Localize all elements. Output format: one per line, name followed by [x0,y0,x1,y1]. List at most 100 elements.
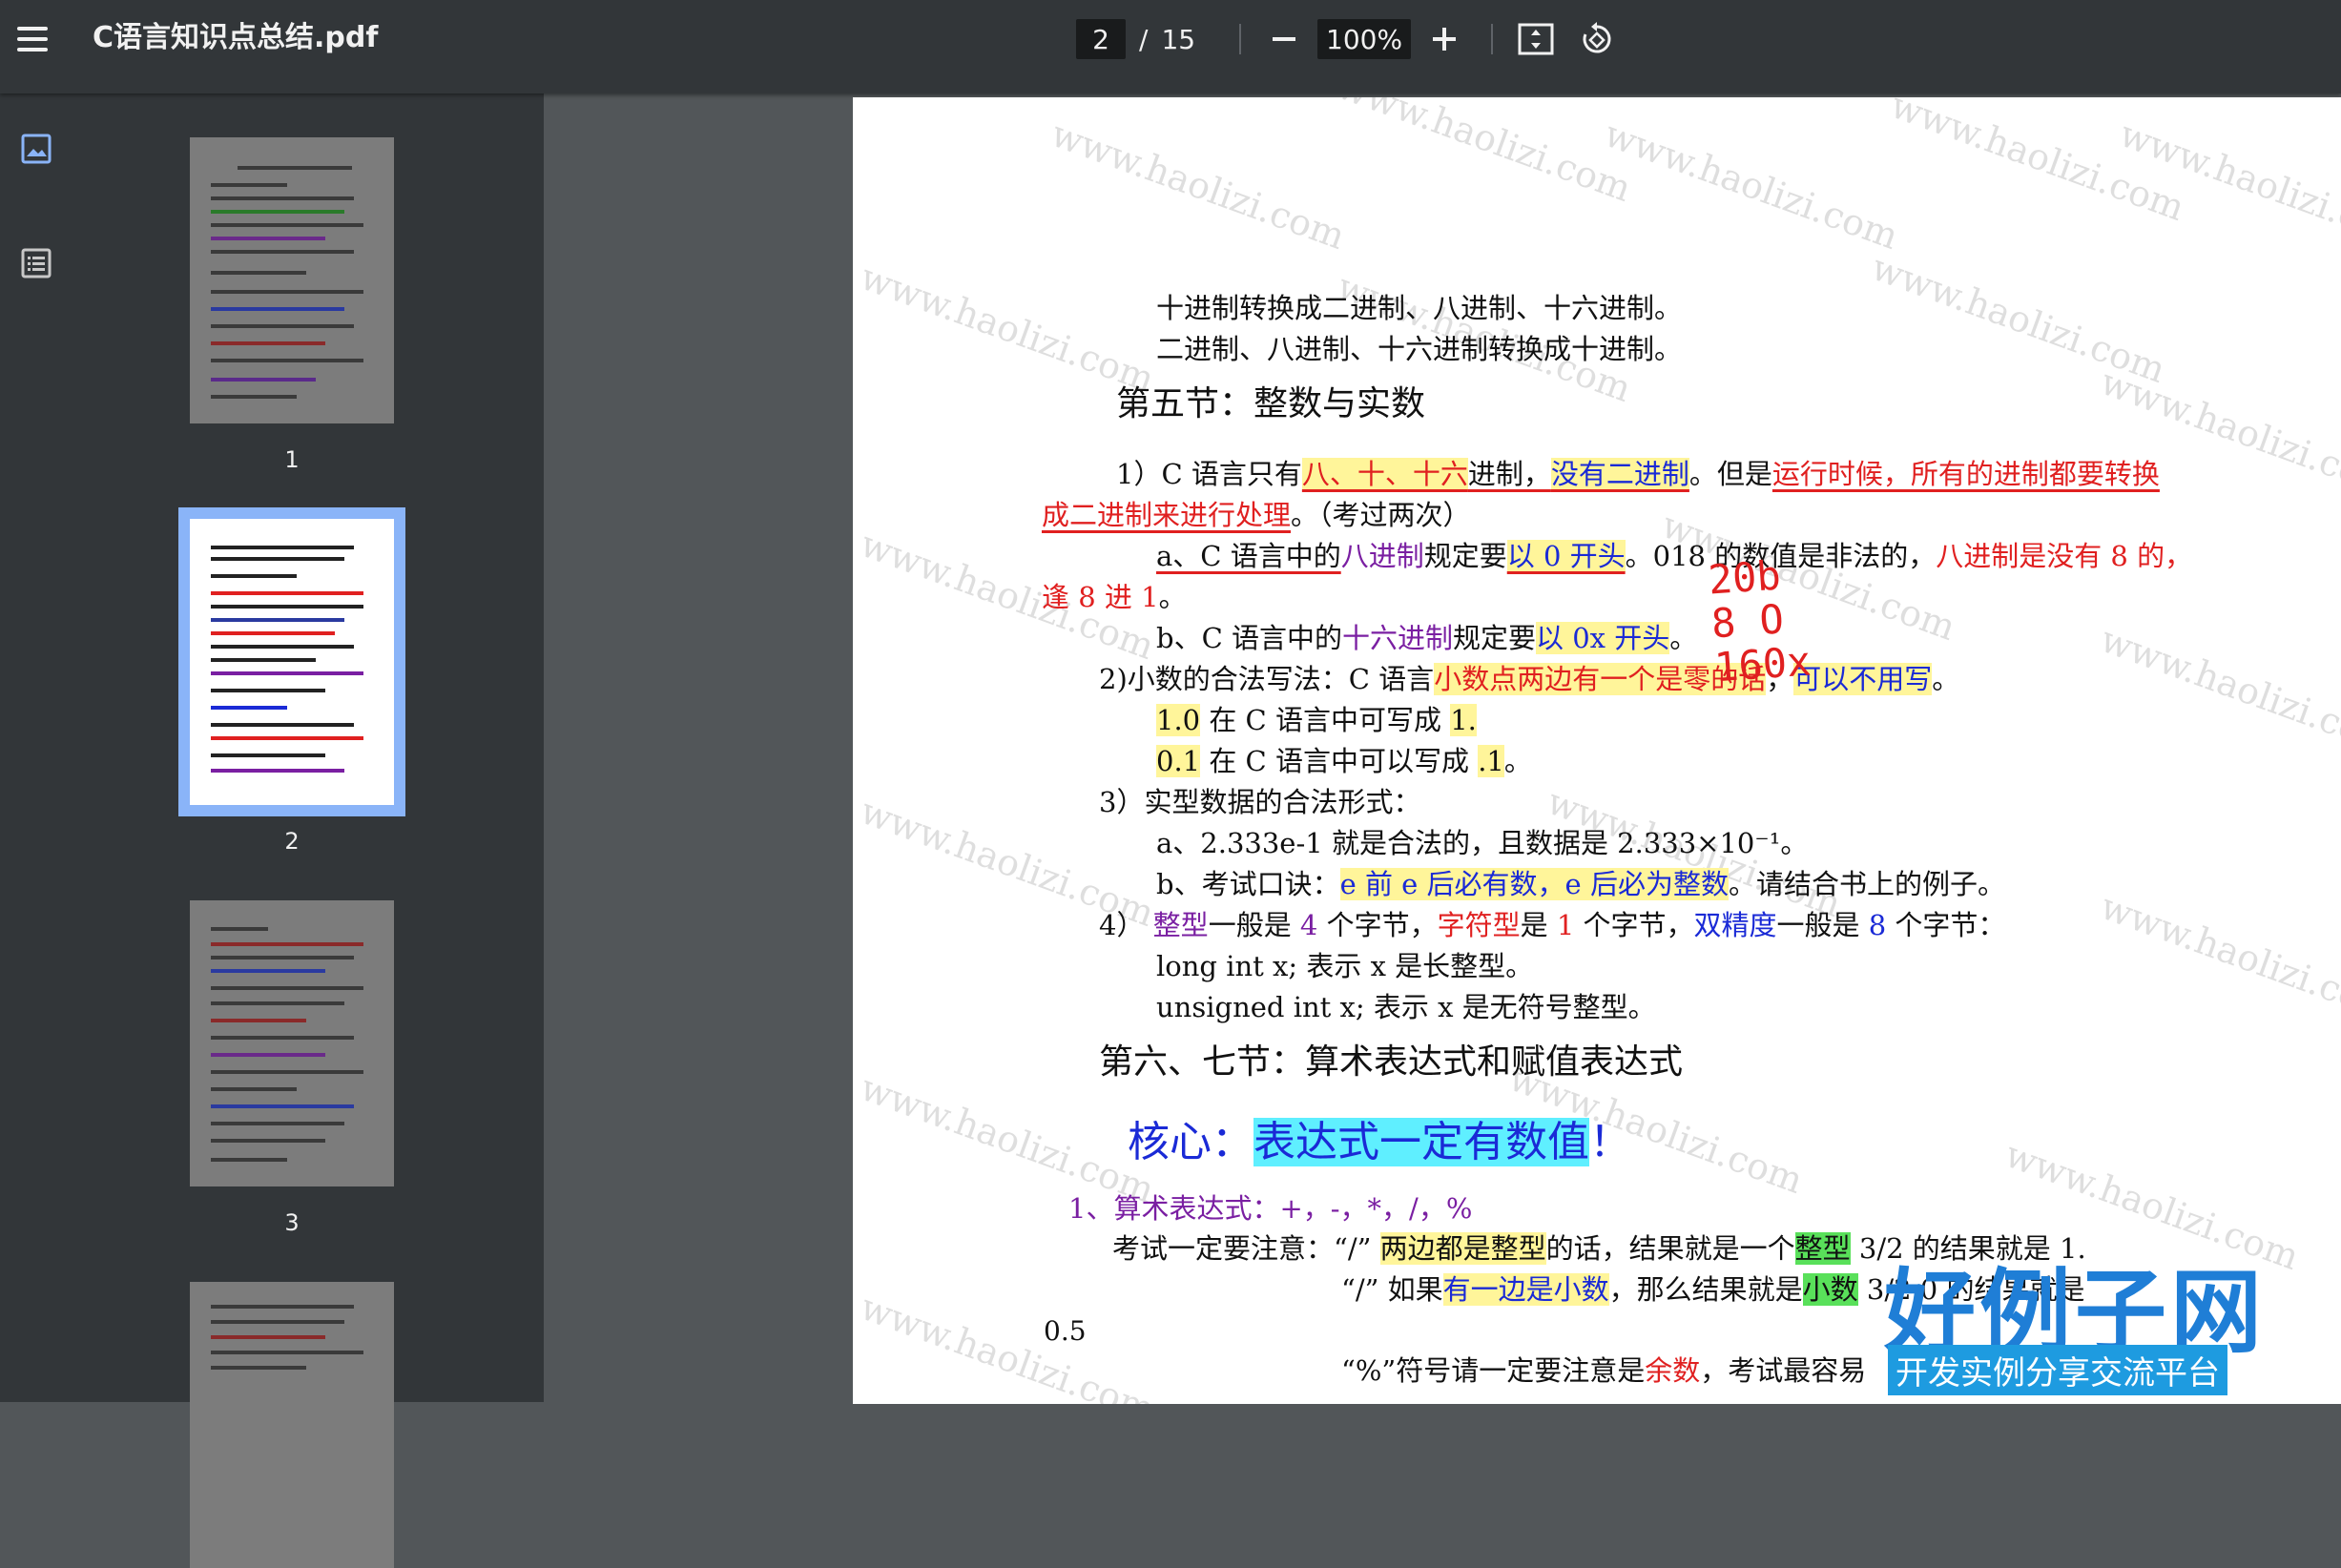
doc-text: 1.0 [1156,704,1201,736]
doc-text: 1）C 语言只有 [1116,458,1302,490]
doc-text: 表达式一定有数值 [1253,1118,1589,1166]
page-thumbnail-2[interactable]: 2 [178,507,405,855]
doc-paragraph: b、考试口诀：e 前 e 后必有数，e 后必为整数。请结合书上的例子。 [1156,864,2005,905]
doc-text: 1. [1450,704,1477,736]
doc-text: 。（考过两次） [1291,499,1471,531]
watermark: www.haolizi.com [855,1285,1160,1404]
outline-icon[interactable] [19,246,53,280]
toolbar-divider [1491,24,1494,54]
handwriting-annotation: 20b 8 O 160x [1707,551,1813,691]
doc-text: 考试一定要注意：“/” [1112,1232,1380,1265]
doc-text: 一般是 [1208,909,1300,941]
doc-text: 有一边是小数 [1442,1273,1609,1306]
doc-line: long int x; 表示 x 是长整型。 [1156,950,1534,982]
doc-text: 的话，结果就是一个 [1545,1232,1795,1265]
doc-paragraph: 0.1 在 C 语言中可以写成 .1。 [1156,741,1532,782]
doc-text: “/” 如果 [1341,1273,1443,1306]
section-heading: 第五节：整数与实数 [1116,384,1426,423]
watermark: www.haolizi.com [855,255,1160,402]
doc-text: 双精度 [1693,909,1777,941]
doc-text: 整型 [1152,909,1209,941]
watermark: www.haolizi.com [1599,112,1904,258]
doc-text: a、C 语言中的 [1156,540,1341,572]
doc-text: 个字节， [1317,909,1438,941]
doc-text: 。请结合书上的例子。 [1728,868,2005,900]
doc-text: ，考试最容易 [1700,1354,1867,1387]
doc-line: 1、算术表达式：+，-，*，/，% [1068,1192,1473,1225]
sidebar-tabs [0,93,74,1402]
doc-text: 4 [1299,909,1318,941]
doc-text: 小数 [1802,1273,1858,1306]
thumbnail-label: 2 [284,828,300,855]
zoom-level-input[interactable] [1317,19,1412,59]
doc-paragraph: 4） 整型一般是 4 个字节，字符型是 1 个字节，双精度一般是 8 个字节： [1099,905,2005,946]
zoom-out-icon[interactable] [1262,17,1306,61]
page-separator: / [1139,23,1149,55]
doc-text: 八进制 [1340,540,1424,572]
watermark: www.haolizi.com [1046,112,1351,258]
doc-text: 运行时候，所有的进制都要转换 [1771,458,2160,490]
zoom-in-icon[interactable] [1422,17,1466,61]
doc-text: .1 [1478,745,1504,777]
doc-text: 。 [1503,745,1532,777]
doc-text: 一般是 [1776,909,1869,941]
thumbnails-icon[interactable] [19,132,53,166]
doc-text: 在 C 语言中可以写成 [1200,745,1479,777]
rotate-icon[interactable] [1575,17,1619,61]
doc-text: 字符型 [1437,909,1521,941]
page-thumbnail-1[interactable]: 1 [187,137,397,473]
doc-text: ！ [1589,1118,1631,1166]
doc-text: 。 [1669,622,1698,654]
doc-text: 成二进制来进行处理 [1042,499,1292,531]
thumbnail-image [178,507,405,816]
page-thumbnail-4[interactable] [187,1282,397,1568]
page-thumbnail-3[interactable]: 3 [187,900,397,1236]
site-logo-overlay: 好例子网 开发实例分享交流平台 [1884,1238,2266,1395]
page-number-input[interactable] [1076,19,1126,59]
doc-text: 规定要 [1423,540,1507,572]
doc-text: 八进制是没有 8 的， [1936,540,2193,572]
doc-text: 4） [1099,909,1153,941]
menu-icon[interactable] [13,21,52,59]
doc-text: 十六进制 [1341,622,1453,654]
handwriting-line: 20b [1707,551,1783,604]
fit-page-icon[interactable] [1514,17,1558,61]
doc-text: 。但是 [1688,458,1772,490]
doc-text: 。 [1932,663,1960,695]
doc-text: b、考试口诀： [1156,868,1340,900]
doc-paragraph: 成二进制来进行处理。（考过两次） [1042,495,1471,536]
core-statement: 核心：表达式一定有数值！ [1128,1114,1631,1171]
thumbnail-label: 1 [284,446,300,473]
doc-text: 以 0 开头 [1506,540,1626,572]
doc-text: 核心： [1128,1118,1253,1166]
doc-text: 可以不用写 [1793,663,1933,695]
doc-text: 逢 8 进 1 [1042,581,1159,613]
doc-line: 二进制、八进制、十六进制转换成十进制。 [1156,333,1683,365]
doc-paragraph: 2)小数的合法写法：C 语言小数点两边有一个是零的话，可以不用写。 [1099,659,1959,700]
doc-line: 十进制转换成二进制、八进制、十六进制。 [1156,292,1683,324]
doc-line: a、2.333e-1 就是合法的，且数据是 2.333×10⁻¹。 [1156,827,1809,859]
doc-text: 个字节， [1574,909,1694,941]
doc-text: 八、十、十六 [1301,458,1468,490]
thumbnail-image [190,1282,394,1568]
doc-text: 整型 [1794,1232,1851,1265]
doc-text: 个字节： [1886,909,2006,941]
doc-text: 是 [1520,909,1557,941]
watermark: www.haolizi.com [2095,617,2341,764]
doc-paragraph: 逢 8 进 1。 [1042,577,1187,618]
doc-paragraph: a、C 语言中的八进制规定要以 0 开头。018 的数值是非法的，八进制是没有 … [1156,536,2192,577]
pdf-page: www.haolizi.com www.haolizi.com www.haol… [853,97,2341,1404]
doc-text: ，那么结果就是 [1608,1273,1803,1306]
doc-line: 3）实型数据的合法形式： [1099,786,1421,818]
thumbnail-sidebar: 1 2 3 [0,93,544,1568]
doc-line: unsigned int x; 表示 x 是无符号整型。 [1156,991,1656,1023]
document-viewer[interactable]: www.haolizi.com www.haolizi.com www.haol… [544,93,2341,1404]
pdf-toolbar: C语言知识点总结.pdf / 15 [0,0,2341,93]
watermark: www.haolizi.com [1332,97,1637,211]
doc-text: b、C 语言中的 [1156,622,1342,654]
thumbnail-image [190,137,394,423]
doc-paragraph: “%”符号请一定要注意是余数，考试最容易 [1341,1351,1866,1392]
doc-text: 进制， [1467,458,1551,490]
doc-text: 。 [1158,581,1187,613]
section-heading: 第六、七节：算术表达式和赋值表达式 [1099,1042,1684,1082]
